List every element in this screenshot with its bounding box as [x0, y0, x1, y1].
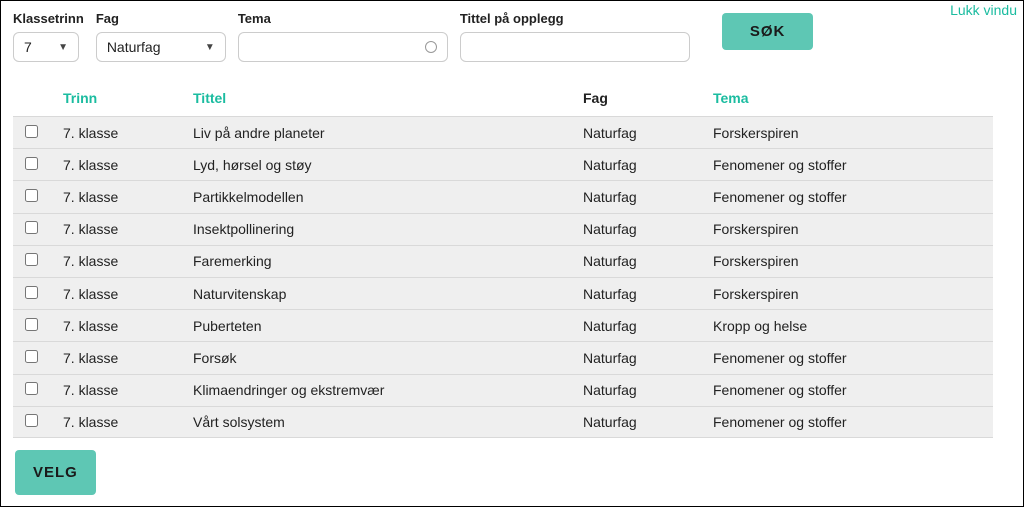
col-header-tittel[interactable]: Tittel: [193, 90, 583, 106]
filter-klassetrinn: Klassetrinn 7 ▼: [13, 11, 84, 62]
cell-trinn: 7. klasse: [63, 286, 193, 302]
filter-bar: Klassetrinn 7 ▼ Fag Naturfag ▼ Tema: [13, 11, 1013, 62]
cell-fag: Naturfag: [583, 318, 713, 334]
row-checkbox[interactable]: [25, 350, 38, 363]
cell-fag: Naturfag: [583, 221, 713, 237]
cell-fag: Naturfag: [583, 157, 713, 173]
input-tittel-field[interactable]: [471, 39, 679, 55]
col-header-fag[interactable]: Fag: [583, 90, 713, 106]
cell-trinn: 7. klasse: [63, 125, 193, 141]
cell-fag: Naturfag: [583, 414, 713, 430]
filter-tittel: Tittel på opplegg: [460, 11, 690, 62]
select-fag[interactable]: Naturfag ▼: [96, 32, 226, 62]
label-tittel: Tittel på opplegg: [460, 11, 690, 26]
cell-trinn: 7. klasse: [63, 350, 193, 366]
table-row: 7. klasseFaremerkingNaturfagForskerspire…: [13, 245, 993, 277]
cell-tema: Forskerspiren: [713, 286, 993, 302]
cell-fag: Naturfag: [583, 189, 713, 205]
table-row: 7. klasseVårt solsystemNaturfagFenomener…: [13, 406, 993, 438]
cell-tittel: Liv på andre planeter: [193, 125, 583, 141]
table-body: 7. klasseLiv på andre planeterNaturfagFo…: [13, 116, 993, 438]
cell-trinn: 7. klasse: [63, 253, 193, 269]
label-tema: Tema: [238, 11, 448, 26]
row-checkbox[interactable]: [25, 157, 38, 170]
input-tema-field[interactable]: [249, 39, 425, 55]
row-checkbox[interactable]: [25, 382, 38, 395]
cell-tittel: Faremerking: [193, 253, 583, 269]
chevron-down-icon: ▼: [58, 42, 68, 53]
cell-tittel: Klimaendringer og ekstremvær: [193, 382, 583, 398]
cell-tema: Fenomener og stoffer: [713, 189, 993, 205]
cell-tittel: Vårt solsystem: [193, 414, 583, 430]
cell-trinn: 7. klasse: [63, 189, 193, 205]
table-row: 7. klasseForsøkNaturfagFenomener og stof…: [13, 341, 993, 373]
row-checkbox[interactable]: [25, 286, 38, 299]
table-header: Trinn Tittel Fag Tema: [13, 80, 993, 116]
cell-tema: Fenomener og stoffer: [713, 414, 993, 430]
select-fag-value: Naturfag: [107, 39, 161, 55]
label-fag: Fag: [96, 11, 226, 26]
row-checkbox[interactable]: [25, 414, 38, 427]
cell-tema: Forskerspiren: [713, 221, 993, 237]
filter-fag: Fag Naturfag ▼: [96, 11, 226, 62]
cell-fag: Naturfag: [583, 350, 713, 366]
cell-fag: Naturfag: [583, 382, 713, 398]
row-checkbox[interactable]: [25, 125, 38, 138]
table-row: 7. klassePartikkelmodellenNaturfagFenome…: [13, 180, 993, 212]
results-table: Trinn Tittel Fag Tema 7. klasseLiv på an…: [13, 80, 993, 438]
cell-tema: Forskerspiren: [713, 253, 993, 269]
content: Klassetrinn 7 ▼ Fag Naturfag ▼ Tema: [1, 1, 1023, 505]
table-row: 7. klasseKlimaendringer og ekstremværNat…: [13, 374, 993, 406]
table-row: 7. klasseLyd, hørsel og støyNaturfagFeno…: [13, 148, 993, 180]
cell-trinn: 7. klasse: [63, 414, 193, 430]
cell-tema: Fenomener og stoffer: [713, 350, 993, 366]
cell-fag: Naturfag: [583, 253, 713, 269]
cell-fag: Naturfag: [583, 286, 713, 302]
col-header-trinn[interactable]: Trinn: [63, 90, 193, 106]
table-row: 7. klassePubertetenNaturfagKropp og hels…: [13, 309, 993, 341]
select-klassetrinn-value: 7: [24, 39, 32, 55]
select-klassetrinn[interactable]: 7 ▼: [13, 32, 79, 62]
close-link[interactable]: Lukk vindu: [950, 2, 1017, 18]
cell-trinn: 7. klasse: [63, 221, 193, 237]
cell-tema: Fenomener og stoffer: [713, 382, 993, 398]
filter-search: SØK: [722, 11, 814, 50]
cell-tema: Fenomener og stoffer: [713, 157, 993, 173]
input-tema[interactable]: [238, 32, 448, 62]
cell-tittel: Puberteten: [193, 318, 583, 334]
cell-trinn: 7. klasse: [63, 382, 193, 398]
cell-tittel: Partikkelmodellen: [193, 189, 583, 205]
row-checkbox[interactable]: [25, 189, 38, 202]
row-checkbox[interactable]: [25, 253, 38, 266]
cell-trinn: 7. klasse: [63, 157, 193, 173]
table-row: 7. klasseNaturvitenskapNaturfagForskersp…: [13, 277, 993, 309]
cell-tittel: Insektpollinering: [193, 221, 583, 237]
cell-tittel: Lyd, hørsel og støy: [193, 157, 583, 173]
cell-tittel: Forsøk: [193, 350, 583, 366]
chevron-down-icon: ▼: [205, 42, 215, 53]
clear-icon[interactable]: [425, 41, 437, 53]
table-row: 7. klasseInsektpollineringNaturfagForske…: [13, 213, 993, 245]
input-tittel[interactable]: [460, 32, 690, 62]
row-checkbox[interactable]: [25, 221, 38, 234]
col-checkbox-header: [13, 90, 63, 106]
col-header-tema[interactable]: Tema: [713, 90, 993, 106]
search-button[interactable]: SØK: [722, 13, 814, 50]
cell-trinn: 7. klasse: [63, 318, 193, 334]
select-button[interactable]: VELG: [15, 450, 96, 495]
label-klassetrinn: Klassetrinn: [13, 11, 84, 26]
cell-tema: Kropp og helse: [713, 318, 993, 334]
cell-tittel: Naturvitenskap: [193, 286, 583, 302]
row-checkbox[interactable]: [25, 318, 38, 331]
table-row: 7. klasseLiv på andre planeterNaturfagFo…: [13, 116, 993, 148]
filter-tema: Tema: [238, 11, 448, 62]
cell-tema: Forskerspiren: [713, 125, 993, 141]
window: Lukk vindu Klassetrinn 7 ▼ Fag Naturfag …: [0, 0, 1024, 507]
cell-fag: Naturfag: [583, 125, 713, 141]
